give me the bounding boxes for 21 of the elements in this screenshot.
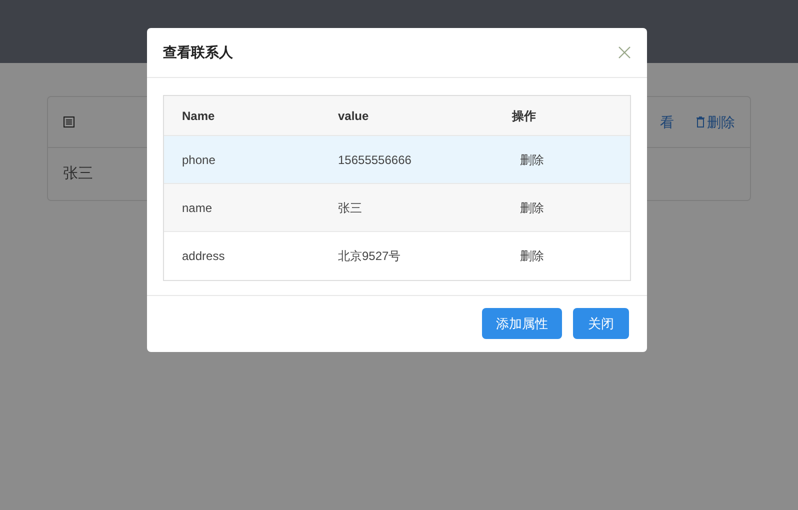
trash-icon — [696, 116, 705, 128]
delete-link[interactable]: 删除 — [520, 249, 544, 263]
table-cell: name — [182, 200, 212, 214]
view-link[interactable]: 看 — [660, 112, 674, 132]
table-cell: 张三 — [338, 200, 362, 214]
table-cell: phone — [182, 152, 216, 166]
column-header: value — [338, 108, 369, 122]
dialog-title: 查看联系人 — [163, 43, 233, 62]
column-header: 操作 — [512, 108, 536, 122]
list-icon — [63, 116, 75, 128]
add-attribute-button[interactable]: 添加属性 — [482, 308, 562, 339]
contact-name[interactable]: 张三 — [63, 162, 93, 186]
delete-link[interactable]: 删除 — [707, 112, 735, 132]
table-cell: 北京9527号 — [338, 249, 401, 263]
column-header: Name — [182, 108, 215, 122]
close-button[interactable]: 关闭 — [573, 308, 629, 339]
table-cell: 15655556666 — [338, 152, 412, 166]
table-cell: address — [182, 249, 225, 263]
delete-link[interactable]: 删除 — [520, 200, 544, 214]
delete-link[interactable]: 删除 — [520, 152, 544, 166]
close-icon[interactable] — [618, 46, 631, 59]
